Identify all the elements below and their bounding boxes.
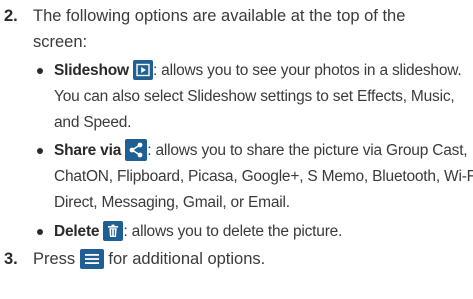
step-text-before: Press: [33, 250, 76, 268]
share-icon: [125, 139, 148, 161]
option-term: Slideshow: [54, 62, 129, 79]
bullet-line: ChatON, Flipboard, Picasa, Google+, S Me…: [54, 168, 473, 185]
bullet-dot: [37, 148, 43, 154]
step-text-line: The following options are available at t…: [33, 7, 406, 25]
bullet-line: Share via : allows you to share the pict…: [54, 138, 468, 164]
bullet-description: : allows you to see your photos in a sli…: [152, 62, 462, 79]
bullet-line: Delete : allows you to delete the pictur…: [54, 219, 342, 245]
slideshow-play-icon: [132, 60, 153, 80]
step-text-after: for additional options.: [108, 250, 266, 268]
step-text-continuation: screen:: [33, 33, 88, 51]
trash-icon: [103, 221, 124, 241]
menu-icon: [79, 249, 104, 269]
bullet-dot: [37, 68, 43, 74]
bullet-line: Slideshow : allows you to see your photo…: [54, 58, 462, 84]
step-number: 2.: [4, 7, 18, 25]
manual-page: 2. The following options are available a…: [0, 0, 473, 299]
bullet-description: : allows you to share the picture via Gr…: [147, 142, 468, 159]
step-number: 3.: [4, 250, 18, 268]
option-term: Delete: [54, 223, 100, 240]
step-text-line: Press for additional options.: [33, 246, 265, 272]
bullet-line: You can also select Slideshow settings t…: [54, 88, 455, 105]
bullet-line: and Speed.: [54, 114, 132, 131]
bullet-dot: [37, 229, 43, 235]
option-term: Share via: [54, 142, 122, 159]
bullet-description: : allows you to delete the picture.: [123, 223, 343, 240]
bullet-line: Direct, Messaging, Gmail, or Email.: [54, 194, 290, 211]
